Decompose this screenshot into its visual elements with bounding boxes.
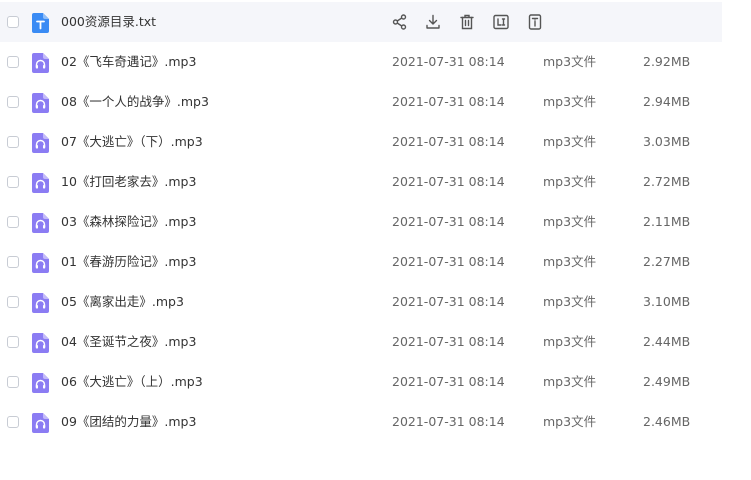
file-date: 2021-07-31 08:14 — [392, 214, 505, 229]
audio-file-icon — [32, 373, 49, 393]
audio-file-icon — [32, 333, 49, 353]
file-name[interactable]: 06《大逃亡》（上）.mp3 — [61, 362, 203, 402]
file-size: 2.11MB — [643, 214, 691, 229]
file-date: 2021-07-31 08:14 — [392, 134, 505, 149]
file-name[interactable]: 08《一个人的战争》.mp3 — [61, 82, 209, 122]
row-checkbox[interactable] — [7, 256, 19, 268]
file-name[interactable]: 05《离家出走》.mp3 — [61, 282, 184, 322]
audio-file-icon — [32, 53, 49, 73]
file-type: mp3文件 — [543, 294, 597, 309]
file-row[interactable]: 04《圣诞节之夜》.mp3 2021-07-31 08:14 mp3文件 2.4… — [0, 322, 722, 362]
file-size: 2.46MB — [643, 414, 691, 429]
file-row[interactable]: 09《团结的力量》.mp3 2021-07-31 08:14 mp3文件 2.4… — [0, 402, 722, 442]
file-row[interactable]: 01《春游历险记》.mp3 2021-07-31 08:14 mp3文件 2.2… — [0, 242, 722, 282]
file-type: mp3文件 — [543, 414, 597, 429]
file-type: mp3文件 — [543, 374, 597, 389]
audio-file-icon — [32, 133, 49, 153]
file-type: mp3文件 — [543, 54, 597, 69]
file-row[interactable]: 06《大逃亡》（上）.mp3 2021-07-31 08:14 mp3文件 2.… — [0, 362, 722, 402]
delete-icon[interactable] — [458, 13, 476, 31]
row-checkbox[interactable] — [7, 176, 19, 188]
txt-file-icon — [32, 13, 49, 33]
file-size: 2.72MB — [643, 174, 691, 189]
file-name[interactable]: 04《圣诞节之夜》.mp3 — [61, 322, 196, 362]
audio-file-icon — [32, 293, 49, 313]
row-checkbox[interactable] — [7, 56, 19, 68]
row-checkbox[interactable] — [7, 16, 19, 28]
row-checkbox[interactable] — [7, 296, 19, 308]
file-row[interactable]: 03《森林探险记》.mp3 2021-07-31 08:14 mp3文件 2.1… — [0, 202, 722, 242]
rename-icon[interactable] — [492, 13, 510, 31]
file-date: 2021-07-31 08:14 — [392, 414, 505, 429]
file-name[interactable]: 07《大逃亡》（下）.mp3 — [61, 122, 203, 162]
file-row[interactable]: 02《飞车奇遇记》.mp3 2021-07-31 08:14 mp3文件 2.9… — [0, 42, 722, 82]
audio-file-icon — [32, 173, 49, 193]
file-size: 2.94MB — [643, 94, 691, 109]
file-row[interactable]: 08《一个人的战争》.mp3 2021-07-31 08:14 mp3文件 2.… — [0, 82, 722, 122]
file-date: 2021-07-31 08:14 — [392, 254, 505, 269]
file-name[interactable]: 10《打回老家去》.mp3 — [61, 162, 196, 202]
file-name[interactable]: 09《团结的力量》.mp3 — [61, 402, 196, 442]
row-checkbox[interactable] — [7, 336, 19, 348]
file-size: 2.49MB — [643, 374, 691, 389]
file-row[interactable]: 10《打回老家去》.mp3 2021-07-31 08:14 mp3文件 2.7… — [0, 162, 722, 202]
file-list: 000资源目录.txt 02《飞车奇遇记》.mp3 2021-07-31 08:… — [0, 2, 751, 442]
file-size: 3.03MB — [643, 134, 691, 149]
file-date: 2021-07-31 08:14 — [392, 54, 505, 69]
share-icon[interactable] — [391, 13, 409, 31]
file-row[interactable]: 000资源目录.txt — [0, 2, 722, 42]
file-date: 2021-07-31 08:14 — [392, 294, 505, 309]
file-name[interactable]: 03《森林探险记》.mp3 — [61, 202, 196, 242]
file-type: mp3文件 — [543, 214, 597, 229]
file-name[interactable]: 02《飞车奇遇记》.mp3 — [61, 42, 196, 82]
audio-file-icon — [32, 213, 49, 233]
file-size: 2.44MB — [643, 334, 691, 349]
file-type: mp3文件 — [543, 254, 597, 269]
file-name[interactable]: 01《春游历险记》.mp3 — [61, 242, 196, 282]
file-date: 2021-07-31 08:14 — [392, 174, 505, 189]
file-type: mp3文件 — [543, 334, 597, 349]
audio-file-icon — [32, 413, 49, 433]
audio-file-icon — [32, 253, 49, 273]
file-date: 2021-07-31 08:14 — [392, 94, 505, 109]
file-size: 2.92MB — [643, 54, 691, 69]
file-date: 2021-07-31 08:14 — [392, 334, 505, 349]
row-checkbox[interactable] — [7, 216, 19, 228]
file-type: mp3文件 — [543, 174, 597, 189]
file-name[interactable]: 000资源目录.txt — [61, 2, 156, 42]
row-checkbox[interactable] — [7, 416, 19, 428]
info-icon[interactable] — [526, 13, 544, 31]
row-checkbox[interactable] — [7, 376, 19, 388]
file-type: mp3文件 — [543, 134, 597, 149]
file-type: mp3文件 — [543, 94, 597, 109]
download-icon[interactable] — [424, 13, 442, 31]
row-checkbox[interactable] — [7, 136, 19, 148]
file-size: 2.27MB — [643, 254, 691, 269]
row-checkbox[interactable] — [7, 96, 19, 108]
file-date: 2021-07-31 08:14 — [392, 374, 505, 389]
file-row[interactable]: 05《离家出走》.mp3 2021-07-31 08:14 mp3文件 3.10… — [0, 282, 722, 322]
file-size: 3.10MB — [643, 294, 691, 309]
audio-file-icon — [32, 93, 49, 113]
file-row[interactable]: 07《大逃亡》（下）.mp3 2021-07-31 08:14 mp3文件 3.… — [0, 122, 722, 162]
